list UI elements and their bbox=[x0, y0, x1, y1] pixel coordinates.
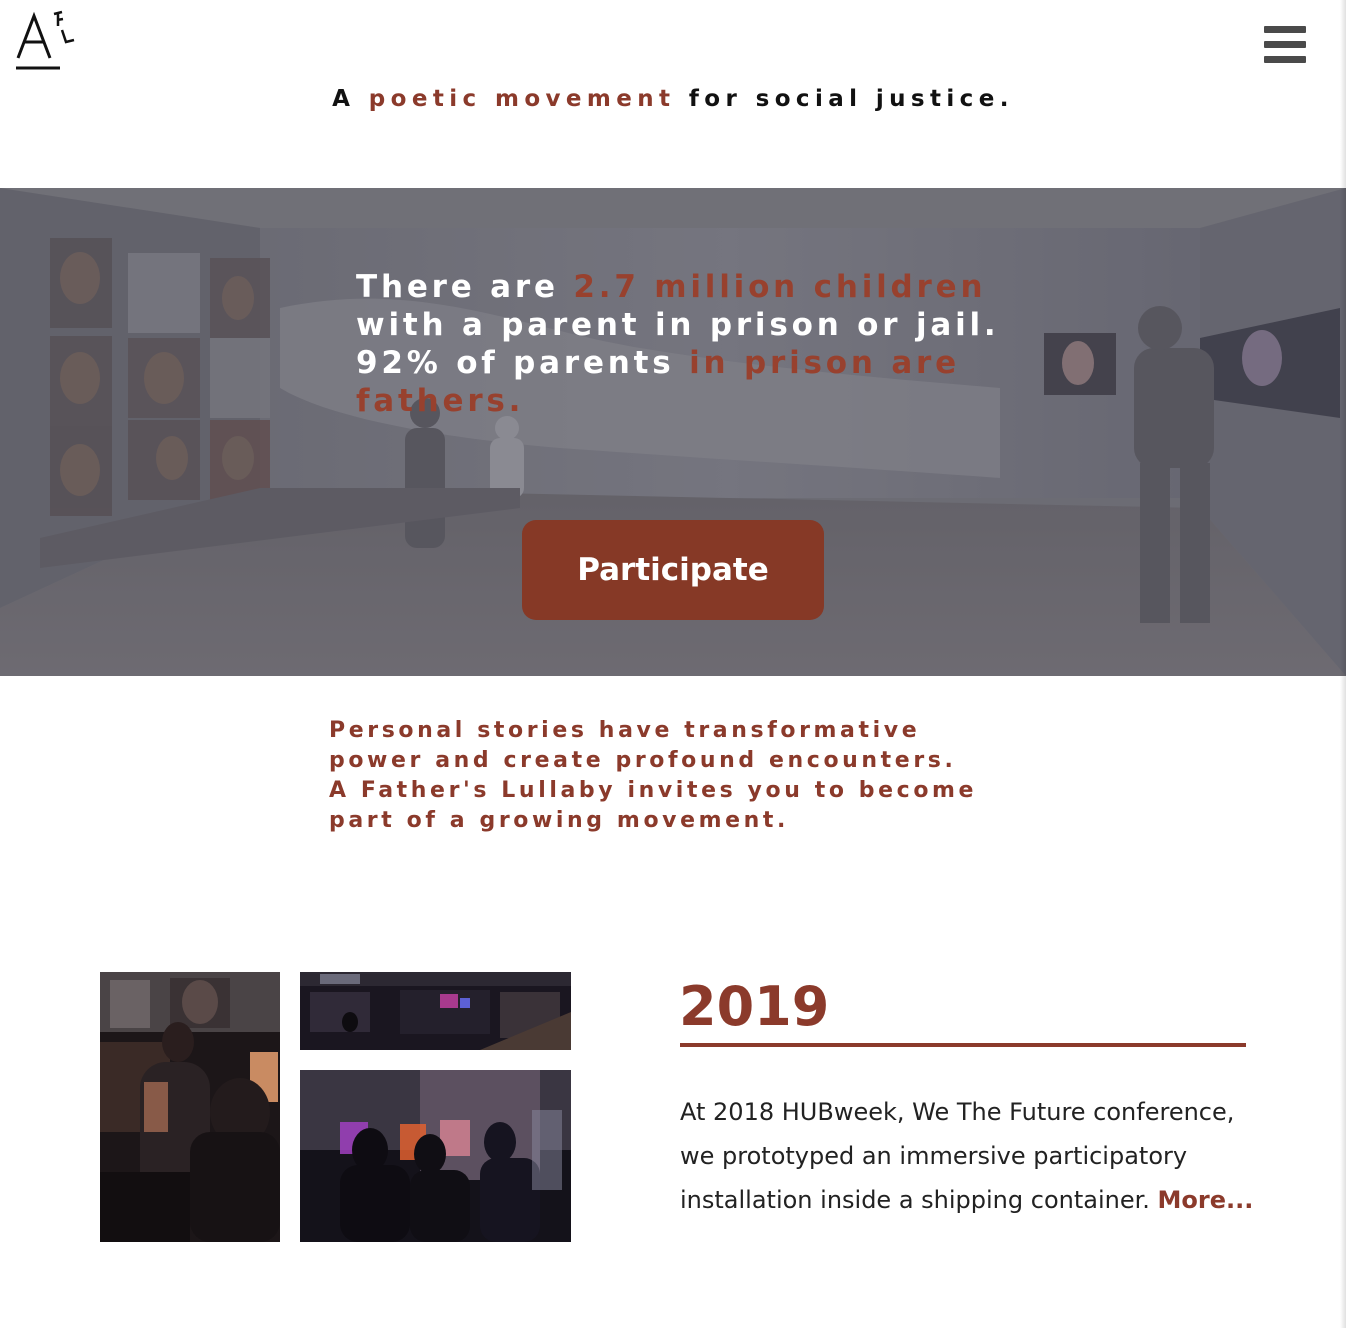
year-description-text: At 2018 HUBweek, We The Future conferenc… bbox=[680, 1098, 1235, 1214]
year-heading: 2019 bbox=[679, 975, 830, 1038]
headline-accent-1: 2.7 million children bbox=[573, 269, 987, 305]
tagline: A poetic movement for social justice. bbox=[0, 86, 1346, 112]
tagline-accent: poetic movement bbox=[368, 86, 676, 112]
headline-part-3: with a parent in prison or jail. bbox=[356, 307, 1000, 343]
year-description: At 2018 HUBweek, We The Future conferenc… bbox=[680, 1090, 1270, 1222]
scrollbar-edge bbox=[1340, 0, 1346, 1328]
afl-logo[interactable] bbox=[14, 8, 80, 74]
gallery-photo-container bbox=[300, 972, 571, 1050]
gallery-photo-installation bbox=[100, 972, 280, 1242]
gallery-photo-audience bbox=[300, 1070, 571, 1242]
menu-bar bbox=[1264, 26, 1306, 33]
headline-part-4: 92% of parents bbox=[356, 345, 690, 381]
tagline-before: A bbox=[332, 86, 369, 112]
headline-part-1: There are bbox=[356, 269, 574, 305]
menu-bar bbox=[1264, 41, 1306, 48]
hero-banner: There are 2.7 million children with a par… bbox=[0, 188, 1346, 676]
participate-button[interactable]: Participate bbox=[522, 520, 824, 620]
hamburger-menu-icon[interactable] bbox=[1262, 24, 1308, 64]
page: A poetic movement for social justice. Th… bbox=[0, 0, 1346, 1328]
menu-bar bbox=[1264, 56, 1306, 63]
year-divider bbox=[680, 1043, 1246, 1047]
intro-statement: Personal stories have transformative pow… bbox=[329, 718, 978, 833]
tagline-after: for social justice. bbox=[675, 86, 1014, 112]
hero-headline: There are 2.7 million children with a par… bbox=[356, 268, 1016, 420]
more-link[interactable]: More... bbox=[1158, 1186, 1254, 1214]
